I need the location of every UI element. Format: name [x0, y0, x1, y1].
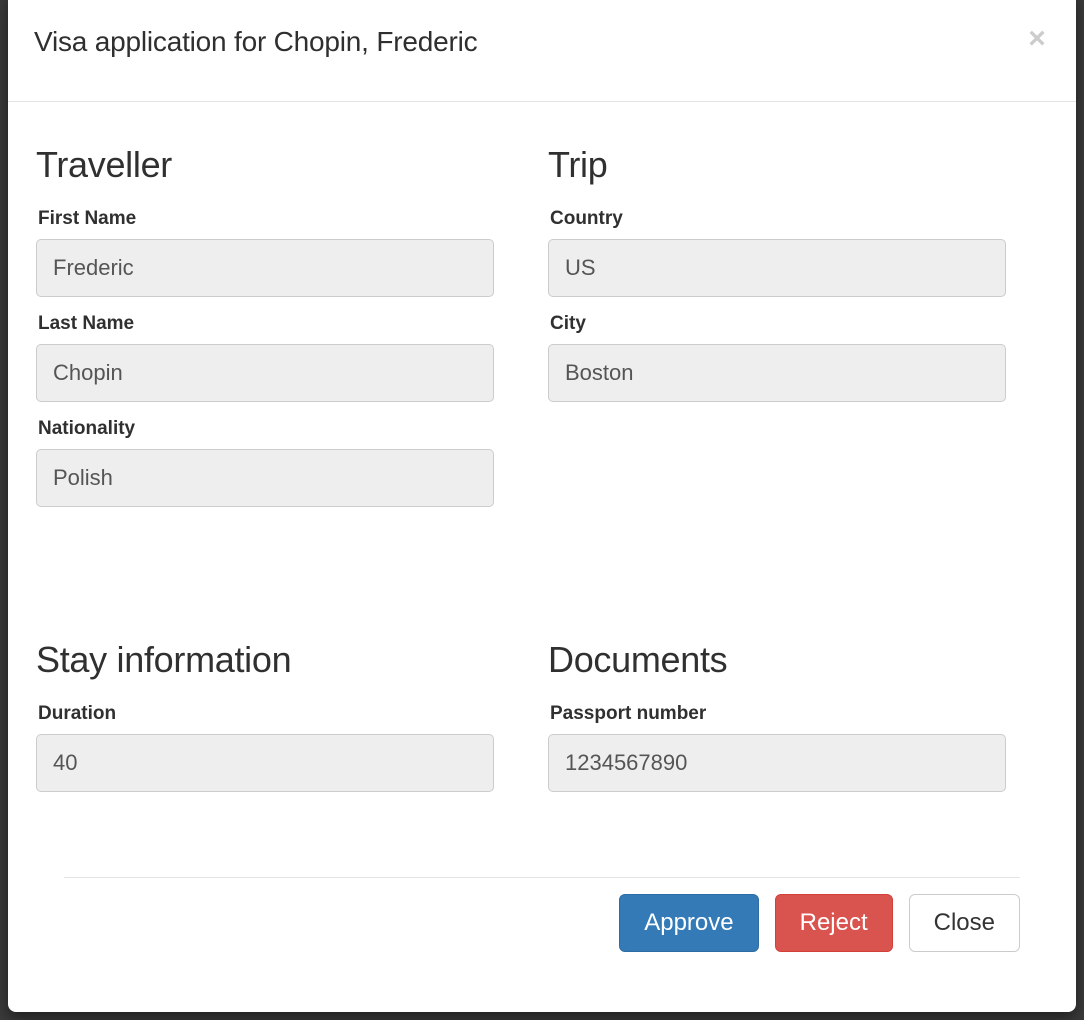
modal-header: Visa application for Chopin, Frederic ×: [8, 0, 1076, 102]
section-heading-documents: Documents: [548, 639, 728, 680]
visa-application-modal: Visa application for Chopin, Frederic × …: [8, 0, 1076, 1012]
field-group-duration: Duration: [36, 703, 494, 792]
label-last-name: Last Name: [38, 313, 135, 334]
modal-body: Traveller First Name Last Name Nationali…: [8, 102, 1076, 877]
reject-button[interactable]: Reject: [774, 894, 893, 952]
country-input[interactable]: [548, 239, 1006, 297]
label-passport-number: Passport number: [550, 703, 707, 724]
section-traveller: Traveller First Name Last Name Nationali…: [36, 144, 494, 567]
first-name-input[interactable]: [36, 239, 494, 297]
field-group-nationality: Nationality: [36, 418, 494, 507]
modal-footer: Approve Reject Close: [64, 877, 1020, 952]
trip-column-spacer: [548, 418, 1006, 567]
section-heading-stay-information: Stay information: [36, 639, 292, 680]
section-trip: Trip Country City: [548, 144, 1006, 567]
modal-footer-wrap: Approve Reject Close: [8, 877, 1076, 1012]
row-traveller-trip: Traveller First Name Last Name Nationali…: [36, 144, 1048, 567]
nationality-input[interactable]: [36, 449, 494, 507]
approve-button[interactable]: Approve: [619, 894, 759, 952]
field-group-country: Country: [548, 208, 1006, 297]
label-duration: Duration: [38, 703, 117, 724]
field-group-last-name: Last Name: [36, 313, 494, 402]
section-stay-information: Stay information Duration: [36, 639, 494, 808]
city-input[interactable]: [548, 344, 1006, 402]
field-group-first-name: First Name: [36, 208, 494, 297]
section-documents: Documents Passport number: [548, 639, 1006, 808]
section-heading-trip: Trip: [548, 144, 608, 185]
page-title: Visa application for Chopin, Frederic: [34, 26, 478, 57]
last-name-input[interactable]: [36, 344, 494, 402]
field-group-passport-number: Passport number: [548, 703, 1006, 792]
label-country: Country: [550, 208, 623, 229]
label-first-name: First Name: [38, 208, 137, 229]
label-city: City: [550, 313, 586, 334]
passport-number-input[interactable]: [548, 734, 1006, 792]
row-stay-documents: Stay information Duration Documents Pass…: [36, 639, 1048, 808]
close-icon[interactable]: ×: [1020, 22, 1054, 56]
duration-input[interactable]: [36, 734, 494, 792]
close-button[interactable]: Close: [908, 894, 1020, 952]
field-group-city: City: [548, 313, 1006, 402]
label-nationality: Nationality: [38, 418, 136, 439]
section-heading-traveller: Traveller: [36, 144, 172, 185]
